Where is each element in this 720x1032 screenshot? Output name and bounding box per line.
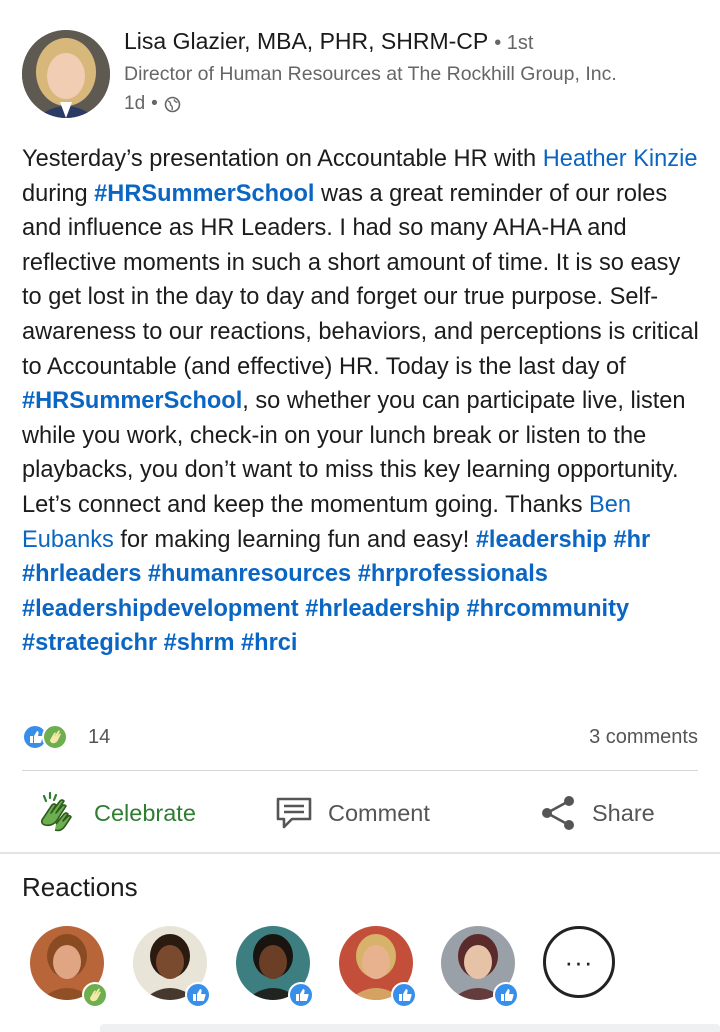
celebrate-icon — [34, 790, 80, 836]
celebrate-icon — [42, 724, 68, 750]
reaction-icons[interactable] — [22, 724, 82, 752]
hashtag-link[interactable]: #hr — [614, 527, 651, 553]
hashtag-link[interactable]: #leadershipdevelopment — [22, 596, 299, 622]
share-button[interactable]: Share — [538, 780, 655, 846]
share-label: Share — [592, 799, 655, 826]
hashtag-link[interactable]: #leadership — [476, 527, 607, 553]
social-counts[interactable]: 14 3 comments — [22, 722, 698, 752]
post-text-part: during — [22, 180, 95, 207]
hashtag-link[interactable]: #shrm — [164, 630, 235, 656]
action-bar: Celebrate Comment Share — [0, 780, 720, 846]
more-reactions-button[interactable]: ··· — [543, 926, 615, 998]
post-card: Lisa Glazier, MBA, PHR, SHRM-CP • 1st Di… — [0, 0, 720, 860]
hashtag-link[interactable]: #HRSummerSchool — [94, 181, 314, 207]
post-meta: 1d • — [124, 93, 181, 115]
hashtag-link[interactable]: #hrleadership — [305, 596, 460, 622]
bottom-bar — [100, 1024, 720, 1032]
comment-button[interactable]: Comment — [274, 780, 430, 846]
hashtag-link[interactable]: #hrprofessionals — [358, 561, 548, 587]
globe-icon — [164, 96, 181, 113]
reactions-heading: Reactions — [22, 872, 138, 902]
author-avatar[interactable] — [22, 30, 110, 118]
post-time: 1d — [124, 93, 146, 114]
divider — [22, 770, 698, 771]
celebrate-badge-icon — [82, 982, 108, 1008]
post-text-part: Yesterday’s presentation on Accountable … — [22, 146, 543, 172]
hashtag-link[interactable]: #hrleaders — [22, 561, 141, 587]
comment-icon — [274, 795, 314, 831]
hashtag-link[interactable]: #strategichr — [22, 630, 157, 656]
mention-heather-kinzie[interactable]: Heather Kinzie — [543, 146, 698, 172]
like-badge-icon — [493, 982, 519, 1008]
like-badge-icon — [288, 982, 314, 1008]
post-text-part: was a great reminder of our roles and in… — [22, 180, 699, 380]
connection-degree: • 1st — [494, 32, 534, 54]
meta-separator: • — [151, 93, 158, 114]
celebrate-button[interactable]: Celebrate — [34, 780, 196, 846]
post-text: Yesterday’s presentation on Accountable … — [22, 142, 702, 661]
author-headline: Director of Human Resources at The Rockh… — [124, 63, 617, 85]
author-name[interactable]: Lisa Glazier, MBA, PHR, SHRM-CP — [124, 28, 488, 54]
hashtag-link[interactable]: #hrci — [241, 630, 297, 656]
hashtag-link[interactable]: #HRSummerSchool — [22, 388, 242, 414]
hashtag-link[interactable]: #hrcommunity — [467, 596, 630, 622]
like-badge-icon — [391, 982, 417, 1008]
comments-count-link[interactable]: 3 comments — [589, 726, 698, 749]
comment-label: Comment — [328, 799, 430, 826]
celebrate-label: Celebrate — [94, 799, 196, 826]
like-badge-icon — [185, 982, 211, 1008]
section-divider — [0, 852, 720, 854]
hashtag-link[interactable]: #humanresources — [148, 561, 351, 587]
author-name-line[interactable]: Lisa Glazier, MBA, PHR, SHRM-CP • 1st — [124, 28, 533, 55]
reaction-count[interactable]: 14 — [88, 726, 110, 749]
post-text-part: for making learning fun and easy! — [113, 526, 476, 553]
share-icon — [538, 793, 578, 833]
